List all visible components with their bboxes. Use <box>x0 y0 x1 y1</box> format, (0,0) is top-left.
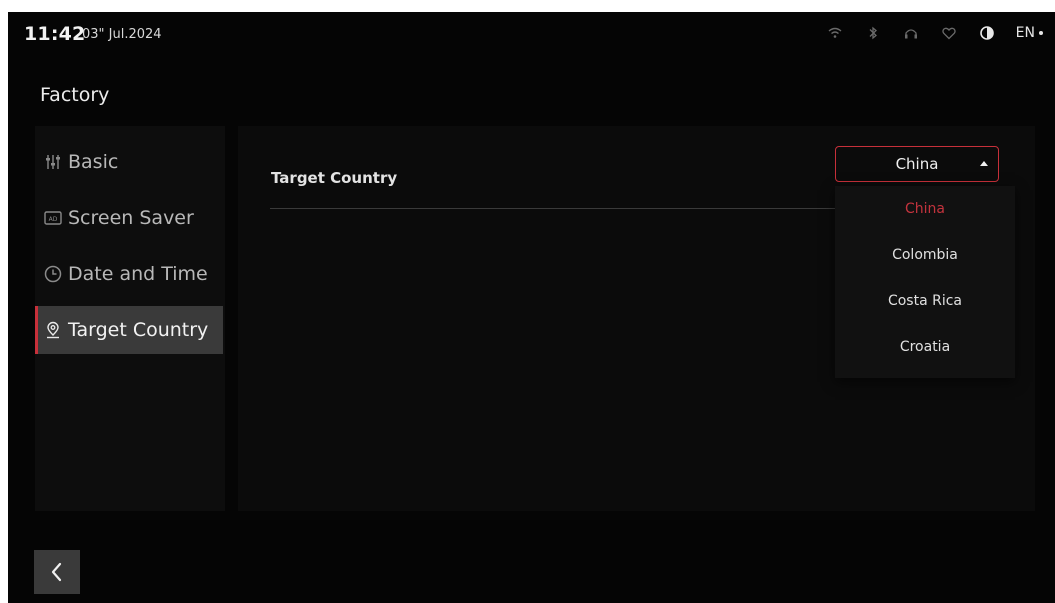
sidebar-item-date-and-time[interactable]: Date and Time <box>35 250 223 298</box>
wifi-icon <box>826 24 844 42</box>
country-select[interactable]: China <box>835 146 999 182</box>
chevron-up-icon <box>980 161 988 166</box>
chevron-left-icon <box>51 562 62 582</box>
settings-panel: Target Country China China Colombia Cost… <box>238 126 1035 511</box>
sidebar-item-label: Screen Saver <box>68 207 194 229</box>
divider <box>270 208 850 209</box>
country-option-colombia[interactable]: Colombia <box>835 232 1015 278</box>
head-unit-display: 11:42 03" Jul.2024 EN Factory Basic AD S… <box>8 12 1055 603</box>
headset-icon <box>902 24 920 42</box>
heart-icon <box>940 24 958 42</box>
location-icon <box>42 319 64 341</box>
language-selector[interactable]: EN <box>1016 25 1043 41</box>
bluetooth-icon <box>864 24 882 42</box>
selected-country: China <box>895 155 939 173</box>
status-bar: 11:42 03" Jul.2024 EN <box>8 12 1055 58</box>
status-icons: EN <box>826 24 1043 42</box>
sidebar-item-basic[interactable]: Basic <box>35 138 223 186</box>
clock-date: 03" Jul.2024 <box>82 27 162 42</box>
svg-text:AD: AD <box>49 216 58 223</box>
sliders-icon <box>42 151 64 173</box>
sidebar-item-screen-saver[interactable]: AD Screen Saver <box>35 194 223 242</box>
back-button[interactable] <box>34 550 80 594</box>
sidebar-item-label: Target Country <box>68 319 209 341</box>
chevron-down-icon <box>1039 31 1043 35</box>
contrast-icon[interactable] <box>978 24 996 42</box>
sidebar: Basic AD Screen Saver Date and Time Targ… <box>35 126 225 511</box>
sidebar-item-label: Date and Time <box>68 263 208 285</box>
country-option-croatia[interactable]: Croatia <box>835 324 1015 370</box>
country-option-china[interactable]: China <box>835 186 1015 232</box>
country-dropdown-list: China Colombia Costa Rica Croatia <box>835 186 1015 378</box>
country-option-costa-rica[interactable]: Costa Rica <box>835 278 1015 324</box>
clock-time: 11:42 <box>24 23 86 45</box>
page-title: Factory <box>40 84 110 106</box>
language-label: EN <box>1015 25 1035 41</box>
clock-icon <box>42 263 64 285</box>
screen: 11:42 03" Jul.2024 EN Factory Basic AD S… <box>0 0 1055 603</box>
screen-saver-icon: AD <box>42 207 64 229</box>
sidebar-item-label: Basic <box>68 151 119 173</box>
setting-label: Target Country <box>271 169 398 187</box>
sidebar-item-target-country[interactable]: Target Country <box>35 306 223 354</box>
